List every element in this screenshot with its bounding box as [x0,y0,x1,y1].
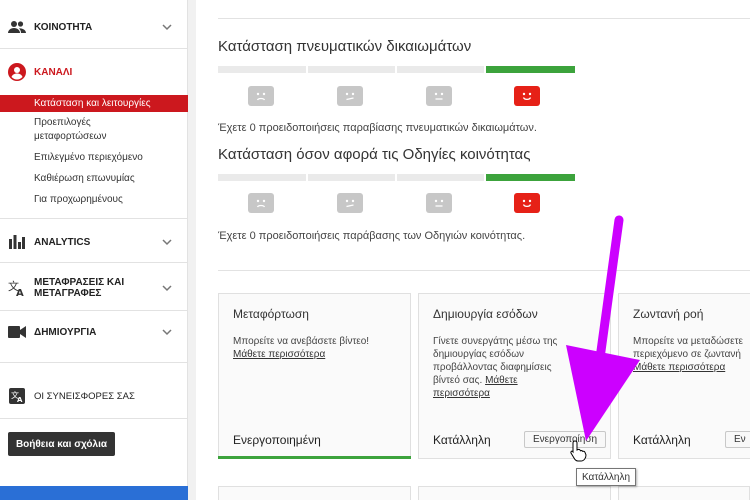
card-description-line: προβάλλοντας διαφημίσεις [433,362,552,373]
status-segment [397,66,484,73]
sad-face-icon [248,193,274,213]
happy-face-icon [514,193,540,213]
feature-card [618,486,750,500]
sidebar-section-contributions[interactable]: 文A ΟΙ ΣΥΝΕΙΣΦΟΡΕΣ ΣΑΣ [0,386,188,406]
sidebar-label-create: ΔΗΜΙΟΥΡΓΙΑ [34,326,97,338]
sidebar-item-status-features[interactable]: Κατάσταση και λειτουργίες [0,95,188,112]
sidebar-label-translations-line1: ΜΕΤΑΦΡΑΣΕΙΣ ΚΑΙ [34,277,125,288]
card-status: Ενεργοποιημένη [233,433,321,447]
sidebar-section-channel[interactable]: ΚΑΝΑΛΙ [0,62,188,82]
section-divider [218,18,750,19]
sidebar-divider [0,310,188,311]
status-segment [308,66,395,73]
main-content: Κατάσταση πνευματικών δικαιωμάτων Έχετε … [196,0,750,500]
section-divider [218,270,750,271]
chevron-down-icon[interactable] [162,327,172,337]
sidebar-section-translations[interactable]: 文A ΜΕΤΑΦΡΑΣΕΙΣ ΚΑΙ ΜΕΤΑΓΡΑΦΕΣ [0,275,188,301]
card-title: Μεταφόρτωση [233,307,309,321]
feature-card [418,486,611,500]
card-description: Μπορείτε να ανεβάσετε βίντεο! Μάθετε περ… [233,335,404,361]
sidebar-divider [0,218,188,219]
translate-icon: 文A [8,279,26,297]
neutral-face-icon [426,193,452,213]
people-icon [8,18,26,36]
sidebar-label-analytics: ANALYTICS [34,236,91,248]
card-description: Γίνετε συνεργάτης μέσω της δημιουργίας ε… [433,335,600,400]
uneasy-face-icon [337,86,363,106]
community-status-title: Κατάσταση όσον αφορά τις Οδηγίες κοινότη… [218,146,531,163]
video-camera-icon [8,323,26,341]
feature-card [218,486,411,500]
bar-chart-icon [8,233,26,251]
sidebar-item-featured-content[interactable]: Επιλεγμένο περιεχόμενο [0,151,188,164]
enabled-indicator-bar [218,456,411,459]
help-feedback-button[interactable]: Βοήθεια και σχόλια [8,432,115,456]
copyright-status-title: Κατάσταση πνευματικών δικαιωμάτων [218,38,472,55]
chevron-down-icon[interactable] [162,283,172,293]
sidebar-label-translations-line2: ΜΕΤΑΓΡΑΦΕΣ [34,288,102,299]
card-title: Δημιουργία εσόδων [433,307,538,321]
status-segment-active [486,66,575,73]
card-status: Κατάλληλη [433,433,491,447]
sidebar-label-translations: ΜΕΤΑΦΡΑΣΕΙΣ ΚΑΙ ΜΕΤΑΓΡΑΦΕΣ [34,277,124,299]
feature-card-live-streaming: Ζωντανή ροή Μπορείτε να μεταδώσετε περιε… [618,293,750,459]
sidebar-item-upload-defaults-line2[interactable]: μεταφορτώσεων [0,130,188,143]
chevron-down-icon[interactable] [162,22,172,32]
card-description-line: Μπορείτε να μεταδώσετε [633,336,743,347]
svg-text:A: A [17,396,23,404]
sidebar-bottom-bar [0,486,188,500]
learn-more-link[interactable]: Μάθετε περισσότερα [233,349,325,360]
sidebar-divider [0,48,188,49]
sidebar-divider [0,418,188,419]
neutral-face-icon [426,86,452,106]
sidebar: ΚΟΙΝΟΤΗΤΑ ΚΑΝΑΛΙ Κατάσταση και λειτουργί… [0,0,188,500]
card-status: Κατάλληλη [633,433,691,447]
learn-more-link[interactable]: Μάθετε περισσότερα [633,362,725,373]
card-description-text: Μπορείτε να ανεβάσετε βίντεο! [233,336,370,347]
sad-face-icon [248,86,274,106]
learn-more-link[interactable]: περισσότερα [433,388,490,399]
card-title: Ζωντανή ροή [633,307,704,321]
sidebar-section-create[interactable]: ΔΗΜΙΟΥΡΓΙΑ [0,322,188,342]
sidebar-divider [0,262,188,263]
status-segment [308,174,395,181]
sidebar-divider [0,362,188,363]
chevron-down-icon[interactable] [162,237,172,247]
enable-monetization-button[interactable]: Ενεργοποίηση [524,431,607,448]
svg-text:A: A [16,288,24,297]
tooltip: Κατάλληλη [576,468,637,486]
sidebar-section-analytics[interactable]: ANALYTICS [0,232,188,252]
status-segment [218,66,306,73]
enable-live-streaming-button[interactable]: Εν [725,431,750,448]
copyright-strikes-note: Έχετε 0 προειδοποιήσεις παραβίασης πνευμ… [218,122,537,134]
status-segment [218,174,306,181]
card-description-line: Γίνετε συνεργάτης μέσω της [433,336,558,347]
card-description-line: βίντεό σας. [433,375,483,386]
sidebar-label-community: ΚΟΙΝΟΤΗΤΑ [34,21,93,33]
learn-more-link[interactable]: Μάθετε [485,375,518,386]
sidebar-item-advanced[interactable]: Για προχωρημένους [0,193,188,206]
uneasy-face-icon [337,193,363,213]
copyright-status-bar [218,66,575,73]
feature-card-monetization: Δημιουργία εσόδων Γίνετε συνεργάτης μέσω… [418,293,611,459]
card-description-line: περιεχόμενο σε ζωντανή [633,349,741,360]
card-description: Μπορείτε να μεταδώσετε περιεχόμενο σε ζω… [633,335,750,374]
happy-face-icon [514,86,540,106]
card-description-line: δημιουργίας εσόδων [433,349,524,360]
feature-card-upload: Μεταφόρτωση Μπορείτε να ανεβάσετε βίντεο… [218,293,411,459]
community-strikes-note: Έχετε 0 προειδοποιήσεις παράβασης των Οδ… [218,230,526,242]
account-circle-icon [8,63,26,81]
status-segment [397,174,484,181]
sidebar-item-branding[interactable]: Καθιέρωση επωνυμίας [0,172,188,185]
community-status-bar [218,174,575,181]
translate-box-icon: 文A [8,387,26,405]
sidebar-label-channel: ΚΑΝΑΛΙ [34,66,73,78]
sidebar-label-contributions: ΟΙ ΣΥΝΕΙΣΦΟΡΕΣ ΣΑΣ [34,390,135,402]
sidebar-item-upload-defaults[interactable]: Προεπιλογές [0,116,188,129]
sidebar-section-community[interactable]: ΚΟΙΝΟΤΗΤΑ [0,17,188,37]
status-segment-active [486,174,575,181]
